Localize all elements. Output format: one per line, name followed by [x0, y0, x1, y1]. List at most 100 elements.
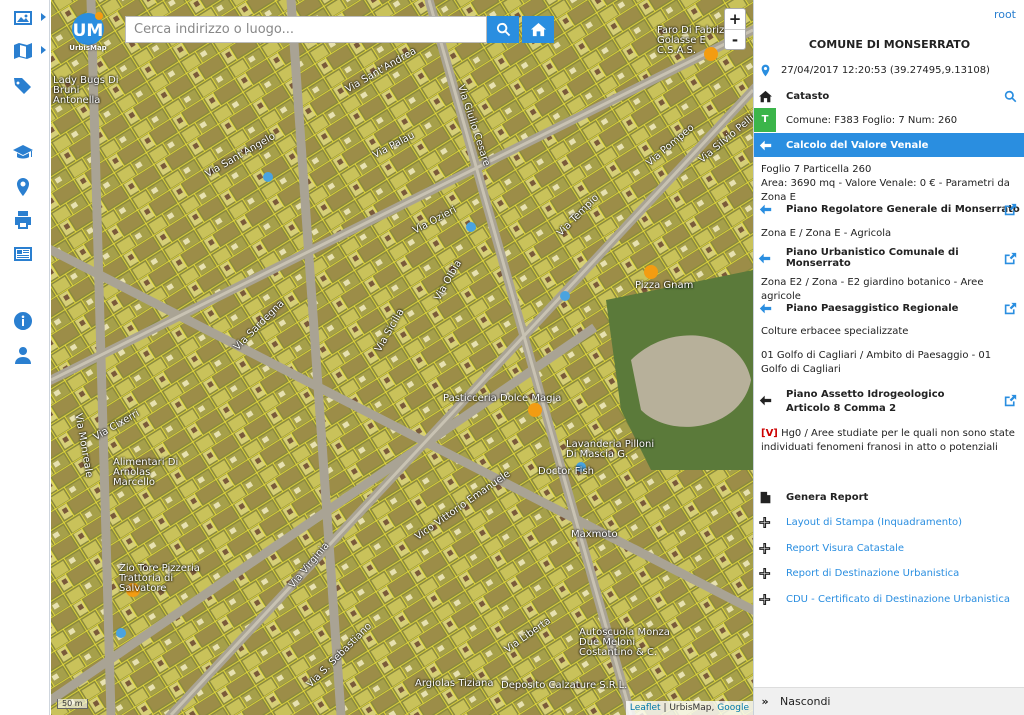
location-button[interactable]	[8, 174, 38, 200]
file-icon	[760, 491, 770, 503]
prg-open-button[interactable]	[1004, 203, 1017, 216]
submenu-caret-icon	[41, 13, 46, 21]
report-cdu-link[interactable]: CDU - Certificato di Destinazione Urbani…	[776, 594, 1010, 605]
arrow-left-icon	[759, 204, 771, 214]
map-attribution: Leaflet | UrbisMap, Google	[625, 701, 753, 715]
zoom-out-button[interactable]: -	[725, 29, 745, 49]
pai-value: [V] Hg0 / Aree studiate per le quali non…	[761, 427, 1019, 455]
hand-pointer-icon	[758, 516, 770, 528]
external-link-icon	[1004, 394, 1017, 407]
map-marker-icon	[761, 64, 769, 76]
report-item[interactable]: Report di Destinazione Urbanistica	[754, 565, 1024, 581]
location-text: 27/04/2017 12:20:53 (39.27495,9.13108)	[781, 64, 990, 76]
hide-panel-button[interactable]: » Nascondi	[754, 687, 1024, 715]
external-link-icon	[1004, 252, 1017, 264]
map-label: Maxmoto	[571, 529, 618, 540]
logo-text: UrbisMap	[69, 44, 107, 52]
panel-title: COMUNE DI MONSERRATO	[808, 38, 971, 51]
image-layers-button[interactable]	[8, 5, 46, 31]
catasto-info: Comune: F383 Foglio: 7 Num: 260	[786, 114, 958, 126]
report-visura-link[interactable]: Report Visura Catastale	[776, 543, 904, 554]
prg-label: Piano Regolatore Generale di Monserrato	[786, 203, 1020, 215]
info-button[interactable]	[8, 308, 38, 334]
address-search-input[interactable]	[125, 16, 487, 43]
report-label: Genera Report	[786, 491, 869, 503]
external-link-icon	[1004, 302, 1017, 314]
home-icon	[758, 90, 772, 102]
map-label: Zio Tore Pizzeria Trattoria di Salvatore	[119, 563, 200, 594]
map-label: Lavanderia Pilloni Di Mascia G.	[566, 439, 655, 460]
user-button[interactable]	[8, 342, 38, 368]
map-label: Argiolas Tiziana	[415, 678, 494, 689]
user-link[interactable]: root	[994, 8, 1016, 21]
report-destinazione-link[interactable]: Report di Destinazione Urbanistica	[776, 568, 959, 579]
pai-text: Hg0 / Aree studiate per le quali non son…	[761, 428, 1015, 453]
leaflet-link[interactable]: Leaflet	[630, 703, 661, 713]
maps-button[interactable]	[8, 38, 46, 64]
map-icon	[14, 43, 32, 59]
report-item[interactable]: Report Visura Catastale	[754, 540, 1024, 556]
image-icon	[14, 11, 32, 25]
prg-header[interactable]: Piano Regolatore Generale di Monserrato	[754, 201, 1024, 217]
search-button[interactable]	[487, 16, 519, 43]
catasto-header: Catasto	[754, 88, 1024, 104]
calc-valore-button[interactable]: Calcolo del Valore Venale	[754, 133, 1024, 157]
puc-header[interactable]: Piano Urbanistico Comunale di Monserrato	[754, 247, 1024, 269]
catasto-label: Catasto	[786, 90, 830, 102]
graduation-cap-icon	[13, 145, 33, 159]
left-toolbar	[0, 0, 50, 715]
ppr-header[interactable]: Piano Paesaggistico Regionale	[754, 300, 1024, 316]
satellite-map[interactable]: Faro Di Fabrizio Golasse E C.S.A.S. Lady…	[51, 0, 753, 715]
pai-label: Piano Assetto Idrogeologico Articolo 8 C…	[786, 389, 945, 414]
report-header: Genera Report	[754, 489, 1024, 505]
ppr-value-1: Colture erbacee specializzate	[761, 326, 909, 337]
report-layout-link[interactable]: Layout di Stampa (Inquadramento)	[776, 517, 962, 528]
newspaper-icon	[14, 247, 32, 261]
search-icon	[496, 22, 510, 37]
zoom-in-button[interactable]: +	[725, 9, 745, 29]
user-icon	[15, 347, 31, 364]
calc-line-1: Foglio 7 Particella 260	[761, 164, 872, 175]
catasto-info-row: T Comune: F383 Foglio: 7 Num: 260	[754, 108, 1024, 132]
pai-header[interactable]: Piano Assetto Idrogeologico Articolo 8 C…	[754, 388, 1024, 418]
catasto-search-button[interactable]	[1004, 90, 1017, 103]
home-button[interactable]	[522, 16, 554, 43]
print-button[interactable]	[8, 207, 38, 233]
hand-pointer-icon	[758, 593, 770, 605]
map-label: Deposito Calzature S.R.L.	[501, 680, 628, 691]
google-link[interactable]: Google	[717, 703, 749, 713]
home-icon	[530, 22, 546, 37]
external-link-icon	[1004, 203, 1017, 215]
tags-button[interactable]	[8, 73, 38, 99]
ppr-open-button[interactable]	[1004, 302, 1017, 315]
location-row: 27/04/2017 12:20:53 (39.27495,9.13108)	[754, 62, 1024, 78]
prg-value: Zona E / Zona E - Agricola	[761, 228, 892, 239]
news-button[interactable]	[8, 241, 38, 267]
report-item[interactable]: CDU - Certificato di Destinazione Urbani…	[754, 591, 1024, 607]
education-button[interactable]	[8, 139, 38, 165]
ppr-label: Piano Paesaggistico Regionale	[786, 302, 959, 314]
catasto-tag: T	[754, 108, 776, 132]
map-label: Doctor Fish	[538, 466, 594, 477]
map-marker-icon	[17, 178, 29, 196]
pai-open-button[interactable]	[1004, 394, 1017, 407]
attribution-text: | UrbisMap,	[660, 703, 718, 713]
arrow-left-icon	[759, 253, 771, 263]
ppr-value-2: 01 Golfo di Cagliari / Ambito di Paesagg…	[761, 350, 992, 375]
map-label: Autoscuola Monza Due Meloni Costantino &…	[579, 627, 670, 658]
print-icon	[15, 211, 31, 229]
map-scale: 50 m	[57, 699, 88, 709]
map-label: Lady Bugs Di Bruni Antonella	[53, 75, 119, 106]
puc-open-button[interactable]	[1004, 252, 1017, 265]
tags-icon	[14, 78, 31, 94]
search-icon	[1004, 90, 1017, 102]
report-item[interactable]: Layout di Stampa (Inquadramento)	[754, 514, 1024, 530]
app: Faro Di Fabrizio Golasse E C.S.A.S. Lady…	[0, 0, 1024, 715]
map-label: Alimentari Di Arnolas Marcello	[113, 457, 179, 488]
double-chevron-right-icon: »	[761, 695, 769, 708]
info-icon	[14, 312, 33, 330]
hand-pointer-icon	[758, 567, 770, 579]
pai-flag: [V]	[761, 428, 778, 439]
info-panel: root COMUNE DI MONSERRATO 27/04/2017 12:…	[753, 0, 1024, 715]
hand-pointer-icon	[758, 542, 770, 554]
